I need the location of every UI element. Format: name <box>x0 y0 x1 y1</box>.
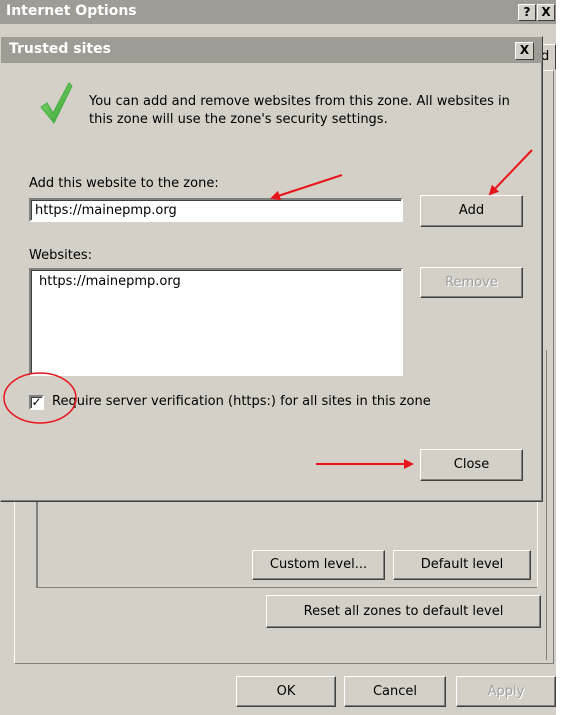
list-item[interactable]: https://mainepmp.org <box>39 274 181 289</box>
server-verification-label[interactable]: Require server verification (https:) for… <box>52 394 431 409</box>
divider <box>546 350 547 660</box>
close-button[interactable]: Close <box>420 449 523 481</box>
remove-button[interactable]: Remove <box>420 267 523 298</box>
server-verification-checkbox[interactable]: ✓ <box>29 395 44 410</box>
trusted-sites-dialog: Trusted sites X You can add and remove w… <box>0 36 543 502</box>
websites-list[interactable]: https://mainepmp.org <box>29 268 403 376</box>
website-input[interactable] <box>29 198 403 222</box>
dialog-close-button[interactable]: X <box>515 42 534 60</box>
internet-options-titlebar: Internet Options ? X <box>0 0 556 24</box>
add-website-label: Add this website to the zone: <box>29 176 219 191</box>
zone-info-text: You can add and remove websites from thi… <box>89 94 510 127</box>
cancel-button[interactable]: Cancel <box>344 676 446 707</box>
window-close-button[interactable]: X <box>537 4 555 21</box>
ok-button[interactable]: OK <box>236 676 336 707</box>
help-button[interactable]: ? <box>518 4 536 21</box>
internet-options-title: Internet Options <box>6 3 137 19</box>
dialog-title: Trusted sites <box>9 41 111 57</box>
add-button[interactable]: Add <box>420 195 523 227</box>
default-level-button[interactable]: Default level <box>393 550 531 580</box>
reset-all-zones-button[interactable]: Reset all zones to default level <box>266 595 541 628</box>
apply-button[interactable]: Apply <box>456 676 556 707</box>
trusted-sites-titlebar: Trusted sites X <box>1 37 542 63</box>
custom-level-button[interactable]: Custom level... <box>252 550 385 580</box>
websites-label: Websites: <box>29 248 92 263</box>
check-icon <box>40 82 73 124</box>
